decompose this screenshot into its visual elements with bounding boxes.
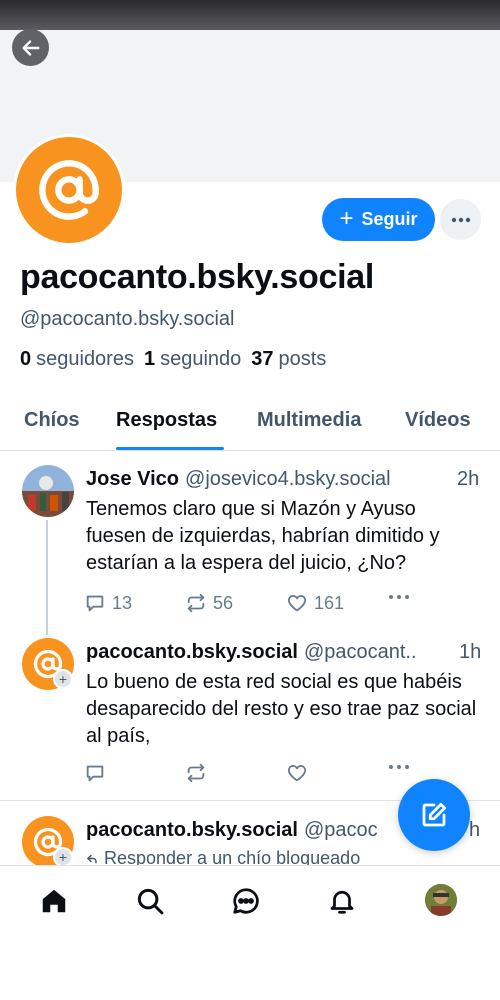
plus-icon: + [339,204,354,232]
nav-notifications[interactable] [325,884,359,918]
more-horizontal-icon [451,217,470,222]
profile-tabs: Chíos Respostas Multimedia Vídeos [0,395,500,451]
post-text[interactable]: Tenemos claro que si Mazón y Ayuso fuese… [86,496,481,577]
tab-chios[interactable]: Chíos [24,409,80,432]
active-tab-indicator [116,447,224,450]
nav-chat[interactable] [229,884,263,918]
post-avatar[interactable] [22,465,74,517]
post-header: Jose Vico @josevico4.bsky.social [86,468,391,491]
follow-button[interactable]: + Seguir [322,198,435,241]
status-bar [0,0,500,30]
follow-label: Seguir [361,209,418,229]
followers-stat[interactable]: 0 seguidores [20,348,134,371]
post-handle[interactable]: @josevico4.bsky.social [185,468,391,491]
like-button[interactable] [286,762,314,784]
reply-icon [86,595,104,612]
post-text[interactable]: Lo bueno de esta red social es que habéi… [86,669,481,750]
plus-icon: + [55,849,71,865]
post-handle[interactable]: @pacocant.. [304,641,417,664]
follow-badge[interactable]: + [53,847,73,867]
reply-button[interactable] [84,762,112,784]
repost-button[interactable] [185,762,213,784]
profile-avatar[interactable] [13,134,125,246]
post-author[interactable]: Jose Vico [86,468,179,491]
post-author[interactable]: pacocanto.bsky.social [86,819,298,842]
nav-profile-avatar[interactable] [425,884,457,916]
repost-count: 56 [213,592,234,613]
repost-icon [187,763,205,783]
post-actions [84,762,414,788]
nav-home[interactable] [37,884,71,918]
profile-display-name: pacocanto.bsky.social [20,258,374,296]
more-horizontal-icon [389,595,409,599]
tab-respostas[interactable]: Respostas [116,409,217,432]
post-header: pacocanto.bsky.social @pacoc [86,819,378,842]
post-handle[interactable]: @pacoc [304,819,378,842]
like-button[interactable]: 161 [286,592,344,614]
bell-icon [330,890,354,914]
reply-icon [86,765,104,782]
at-sign-icon [39,160,99,220]
chat-icon [233,888,259,914]
back-button[interactable] [12,29,49,66]
home-icon [42,889,66,913]
compose-button[interactable] [398,779,470,851]
user-photo-icon [22,465,74,517]
post-time[interactable]: 2h [457,468,479,491]
heart-icon [287,765,307,782]
profile-handle: @pacocanto.bsky.social [20,308,235,330]
repost-icon [187,593,205,613]
posts-stat: 37 posts [251,348,326,371]
heart-icon [287,595,307,612]
posts-count: 37 [251,348,274,370]
followers-label: seguidores [36,348,134,370]
followers-count: 0 [20,348,32,370]
thread-connector [46,520,48,635]
reply-count: 13 [112,592,133,613]
more-horizontal-icon [389,765,409,769]
post-time[interactable]: h [469,819,480,842]
tab-videos[interactable]: Vídeos [405,409,471,432]
search-icon [137,888,164,915]
user-photo-icon [425,884,457,916]
post-more-button[interactable] [388,594,410,600]
bottom-nav [0,865,500,940]
like-count: 161 [314,592,345,613]
plus-icon: + [55,671,71,687]
following-count: 1 [143,348,156,370]
profile-stats: 0 seguidores 1 seguindo 37 posts [20,348,326,371]
follow-badge[interactable]: + [53,669,73,689]
profile-more-button[interactable] [440,199,481,240]
post-more-button[interactable] [388,764,410,770]
post-header: pacocanto.bsky.social @pacocant.. [86,641,417,664]
tab-multimedia[interactable]: Multimedia [257,409,361,432]
nav-search[interactable] [133,884,167,918]
post-time[interactable]: 1h [459,641,481,664]
reply-arrow-icon [87,854,97,863]
compose-icon [422,803,446,827]
post-author[interactable]: pacocanto.bsky.social [86,641,298,664]
reply-button[interactable]: 13 [84,592,132,614]
following-stat[interactable]: 1 seguindo [144,348,241,371]
back-arrow-icon [21,39,40,56]
following-label: seguindo [160,348,242,370]
repost-button[interactable]: 56 [185,592,233,614]
post-actions: 13 56 161 [84,592,414,618]
posts-label: posts [278,348,327,370]
